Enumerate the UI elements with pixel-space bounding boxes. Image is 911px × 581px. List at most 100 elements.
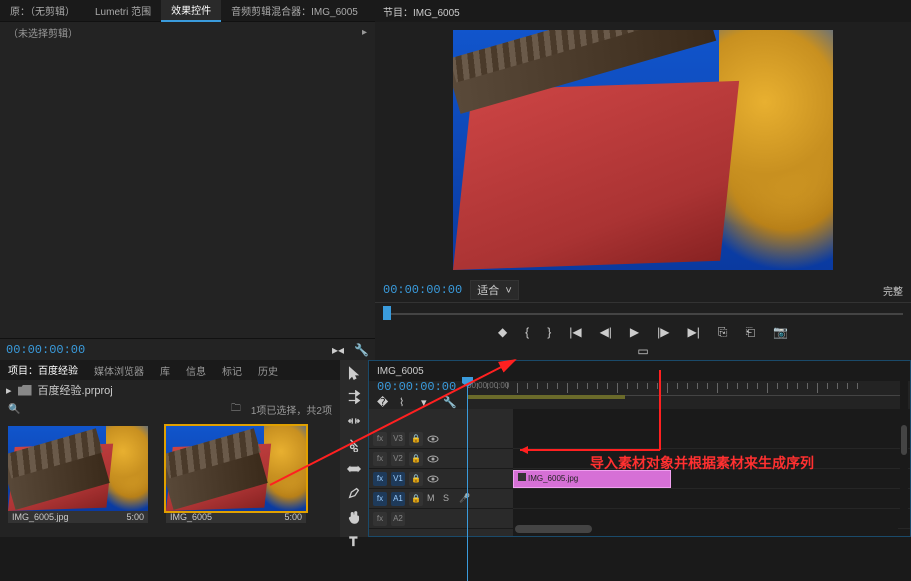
lane-v2[interactable] [513, 449, 910, 469]
track-lock-icon[interactable]: 🔒 [409, 452, 423, 466]
tab-source[interactable]: 原：（无剪辑） [0, 0, 85, 21]
mute-icon[interactable]: M [427, 493, 439, 505]
tab-libraries[interactable]: 库 [152, 360, 178, 380]
timeline-clip[interactable]: IMG_6005.jpg [513, 470, 671, 488]
effect-controls-body [0, 42, 375, 338]
eye-icon[interactable] [427, 453, 439, 465]
source-timecode[interactable]: 00:00:00:00 [6, 343, 85, 357]
tab-info[interactable]: 信息 [178, 360, 214, 380]
program-scrubber[interactable] [375, 302, 911, 322]
project-item[interactable]: IMG_6005.jpg 5:00 [8, 426, 148, 523]
tab-audio-mixer[interactable]: 音频剪辑混合器：IMG_6005 [221, 0, 368, 21]
program-timecode[interactable]: 00:00:00:00 [383, 283, 462, 297]
item-duration: 5:00 [126, 512, 144, 522]
link-icon[interactable]: ⌇ [399, 396, 413, 410]
type-tool[interactable]: T [346, 534, 362, 548]
track-toggle[interactable]: fx [373, 452, 387, 466]
track-header-a2[interactable]: fx A2 [369, 509, 513, 529]
program-playhead[interactable] [383, 306, 391, 320]
project-item[interactable]: IMG_6005 5:00 [166, 426, 306, 523]
lift-icon[interactable]: ⎘ [718, 325, 728, 340]
go-end-icon[interactable]: ▶| [688, 325, 700, 339]
tab-project[interactable]: 项目：百度经验 [0, 360, 86, 380]
timeline-tracks: fx V3 🔒 fx V2 🔒 fx V1 🔒 [369, 409, 910, 536]
track-toggle[interactable]: fx [373, 492, 387, 506]
track-select-tool[interactable] [346, 390, 362, 404]
track-toggle[interactable]: fx [373, 472, 387, 486]
safe-margins-icon[interactable]: ▭ [637, 344, 648, 358]
solo-icon[interactable]: S [443, 493, 455, 505]
timeline-header[interactable]: IMG_6005 [369, 361, 910, 381]
razor-tool[interactable] [346, 438, 362, 452]
mark-in-icon[interactable]: ◆ [498, 325, 507, 339]
tab-history[interactable]: 历史 [250, 360, 286, 380]
timeline-timecode[interactable]: 00:00:00:00 [377, 380, 457, 394]
preview-image [453, 30, 833, 270]
timeline-scrollbar-v[interactable] [900, 361, 908, 520]
ripple-edit-tool[interactable] [346, 414, 362, 428]
lane-a1[interactable] [513, 489, 910, 509]
lane-v3[interactable] [513, 429, 910, 449]
extract-icon[interactable]: ⎗ [745, 325, 755, 340]
item-name: IMG_6005.jpg [12, 512, 69, 522]
source-tabs: 原：（无剪辑） Lumetri 范围 效果控件 音频剪辑混合器：IMG_6005 [0, 0, 375, 22]
program-title: 节目：IMG_6005 [383, 4, 460, 19]
settings-icon[interactable]: 🔧 [443, 396, 457, 410]
track-lock-icon[interactable]: 🔒 [409, 432, 423, 446]
track-header-v1[interactable]: fx V1 🔒 [369, 469, 513, 489]
ruler-label: 00:00:00:00 [467, 381, 509, 390]
timeline-playhead[interactable] [467, 381, 468, 581]
eye-icon[interactable] [427, 473, 439, 485]
source-panel: 原：（无剪辑） Lumetri 范围 效果控件 音频剪辑混合器：IMG_6005… [0, 0, 375, 360]
track-header-v3[interactable]: fx V3 🔒 [369, 429, 513, 449]
hand-tool[interactable] [346, 510, 362, 524]
step-back-icon[interactable]: ◀| [600, 325, 612, 339]
in-out-range[interactable] [467, 395, 625, 399]
track-target[interactable]: V1 [391, 472, 405, 486]
step-fwd-icon[interactable]: |▶ [657, 325, 669, 339]
eye-icon[interactable] [427, 433, 439, 445]
timeline-scrollbar-h[interactable] [513, 524, 898, 534]
marker-icon[interactable]: ▾ [421, 396, 435, 410]
project-filename: 百度经验.prproj [38, 382, 113, 398]
slip-tool[interactable] [346, 462, 362, 476]
tab-effect-controls[interactable]: 效果控件 [161, 0, 221, 22]
pen-tool[interactable] [346, 486, 362, 500]
timeline-ruler[interactable]: 00:00:00:00 [467, 381, 902, 409]
settings-icon[interactable]: ▸◂ [332, 343, 344, 357]
item-duration: 5:00 [284, 512, 302, 522]
track-target[interactable]: A2 [391, 512, 405, 526]
tab-markers[interactable]: 标记 [214, 360, 250, 380]
track-lock-icon[interactable]: 🔒 [409, 492, 423, 506]
wrench-icon[interactable]: 🔧 [354, 343, 369, 357]
zoom-dropdown[interactable]: 适合 ˅ [470, 280, 519, 300]
track-header-a1[interactable]: fx A1 🔒 M S 🎤 [369, 489, 513, 509]
play-icon[interactable]: ▶ [630, 325, 639, 339]
go-out-icon[interactable]: |◀ [569, 325, 581, 339]
track-lock-icon[interactable]: 🔒 [409, 472, 423, 486]
track-headers: fx V3 🔒 fx V2 🔒 fx V1 🔒 [369, 409, 513, 536]
tab-lumetri[interactable]: Lumetri 范围 [85, 0, 161, 21]
track-header-v2[interactable]: fx V2 🔒 [369, 449, 513, 469]
chevron-right-icon[interactable]: ▸ [6, 384, 12, 397]
snap-icon[interactable]: �磁 [377, 396, 391, 410]
mic-icon[interactable]: 🎤 [459, 493, 471, 505]
timeline-panel: IMG_6005 00:00:00:00 �磁 ⌇ ▾ 🔧 00:00:00:0… [368, 360, 911, 537]
track-target[interactable]: V2 [391, 452, 405, 466]
tab-media-browser[interactable]: 媒体浏览器 [86, 360, 152, 380]
mark-out-icon[interactable]: { [525, 325, 529, 339]
track-target[interactable]: A1 [391, 492, 405, 506]
track-target[interactable]: V3 [391, 432, 405, 446]
track-lanes[interactable]: IMG_6005.jpg [513, 409, 910, 536]
go-in-icon[interactable]: } [547, 325, 551, 339]
bin-icon[interactable]: 🗀 [231, 401, 241, 418]
chevron-right-icon[interactable]: ▸ [362, 27, 367, 38]
track-toggle[interactable]: fx [373, 512, 387, 526]
lane-v1[interactable]: IMG_6005.jpg [513, 469, 910, 489]
selection-tool[interactable] [346, 366, 362, 380]
track-toggle[interactable]: fx [373, 432, 387, 446]
export-frame-icon[interactable]: 📷 [773, 325, 788, 339]
project-bin-grid[interactable]: IMG_6005.jpg 5:00 IMG_6005 5:00 [0, 418, 340, 537]
search-icon[interactable]: 🔍 [8, 404, 20, 415]
program-monitor[interactable] [375, 22, 911, 278]
